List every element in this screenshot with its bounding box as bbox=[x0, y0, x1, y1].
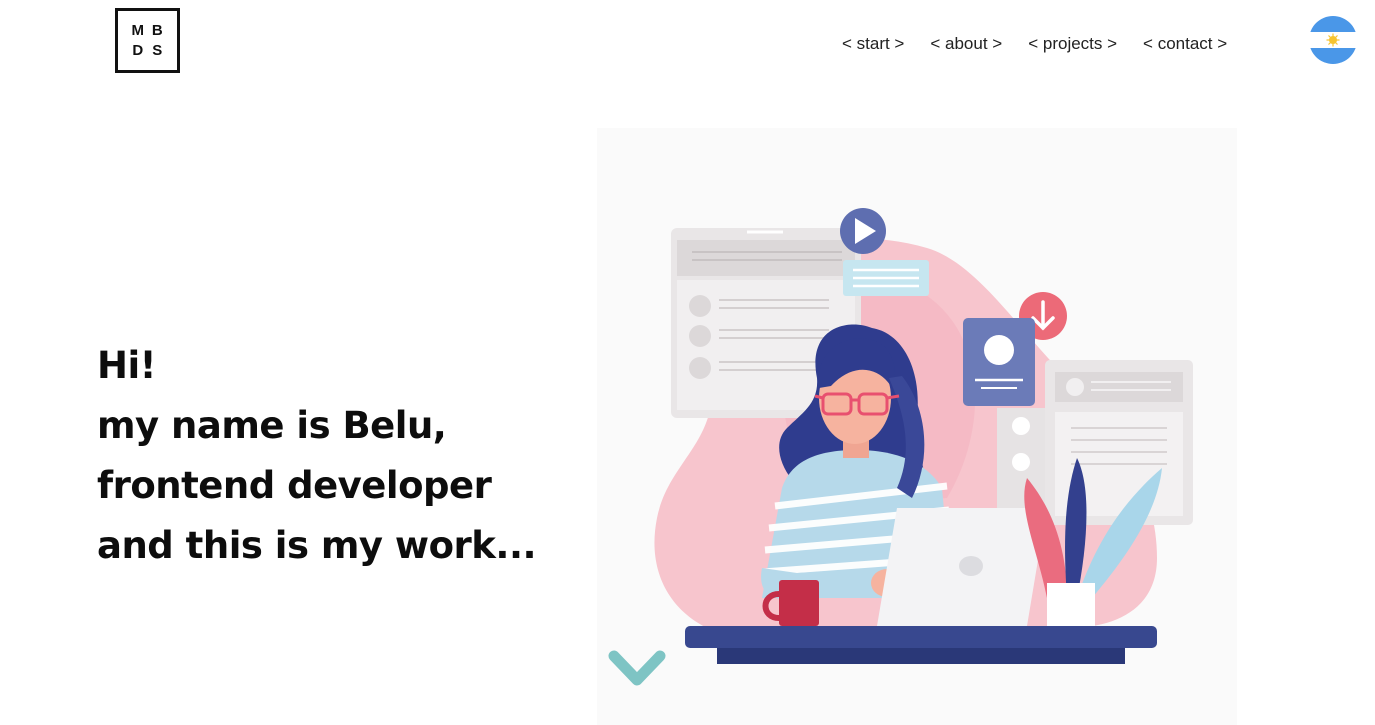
hero-line-role: frontend developer bbox=[97, 464, 492, 507]
argentina-flag-icon[interactable] bbox=[1309, 16, 1357, 64]
logo[interactable]: M B D S bbox=[115, 8, 180, 73]
logo-letter: M bbox=[131, 21, 145, 39]
nav-about-link[interactable]: < about > bbox=[930, 34, 1002, 54]
main-nav: < start > < about > < projects > < conta… bbox=[842, 34, 1227, 54]
hero-line-greeting: Hi! bbox=[97, 344, 157, 387]
nav-start-link[interactable]: < start > bbox=[842, 34, 904, 54]
nav-projects-link[interactable]: < projects > bbox=[1028, 34, 1117, 54]
logo-letter: D bbox=[132, 42, 144, 60]
hero-heading: Hi! my name is Belu, frontend developer … bbox=[97, 336, 537, 576]
woman-at-laptop-illustration bbox=[597, 128, 1237, 725]
logo-letter: S bbox=[152, 42, 163, 60]
hero-line-name: my name is Belu, bbox=[97, 404, 447, 447]
chevron-down-icon[interactable] bbox=[608, 648, 666, 694]
logo-letter: B bbox=[151, 21, 163, 39]
nav-contact-link[interactable]: < contact > bbox=[1143, 34, 1227, 54]
hero-line-work: and this is my work... bbox=[97, 524, 537, 567]
